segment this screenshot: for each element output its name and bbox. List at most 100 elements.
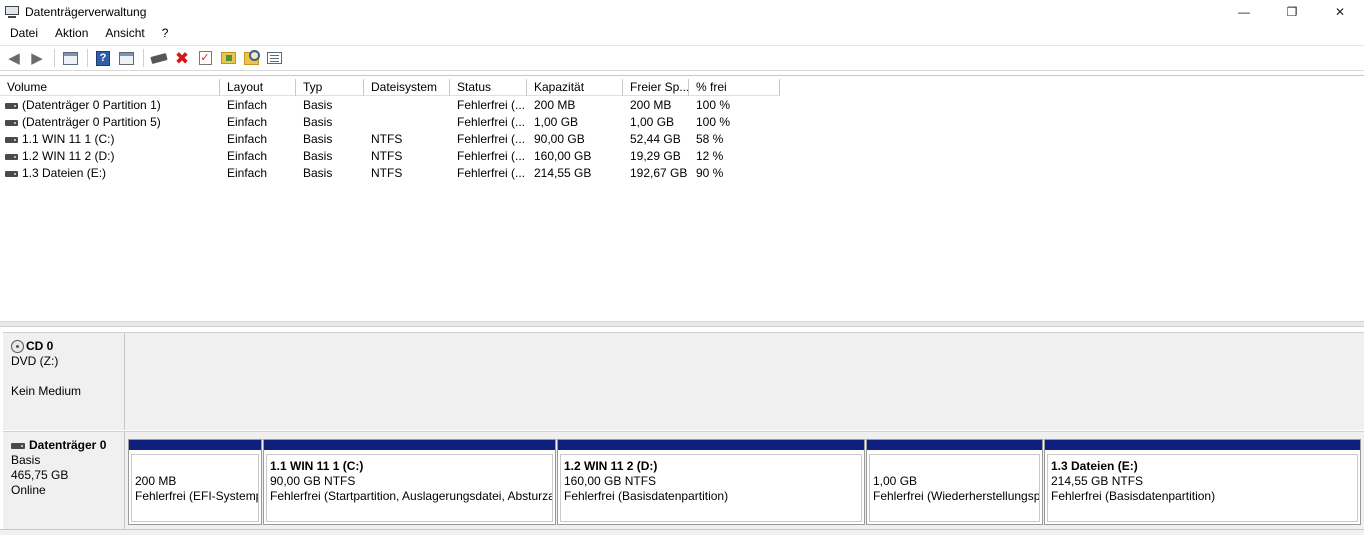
volume-icon: [5, 136, 18, 143]
disk0-type: Basis: [11, 453, 41, 467]
row-typ: Basis: [303, 166, 333, 180]
table-row[interactable]: (Datenträger 0 Partition 1) Einfach Basi…: [0, 97, 780, 114]
partition-efi[interactable]: 200 MB Fehlerfrei (EFI-Systempartition): [128, 439, 262, 525]
row-prozent-frei: 90 %: [696, 166, 724, 180]
help-icon: ?: [96, 50, 110, 66]
partition-header: [264, 440, 555, 452]
cd-label[interactable]: CD 0 DVD (Z:) Kein Medium: [3, 333, 125, 430]
row-layout: Einfach: [227, 149, 268, 163]
status-strip: [0, 529, 1364, 535]
folder-search-button[interactable]: [241, 48, 261, 68]
console-tree-button[interactable]: [60, 48, 80, 68]
column-header-kapazitaet[interactable]: Kapazität: [527, 79, 623, 96]
delete-icon: ✖: [174, 48, 190, 68]
menu-datei[interactable]: Datei: [3, 23, 45, 44]
folder-up-button[interactable]: [218, 48, 238, 68]
minimize-button[interactable]: —: [1220, 0, 1268, 23]
cd-name: CD 0: [26, 339, 54, 353]
disk0-label[interactable]: Datenträger 0 Basis 465,75 GB Online: [3, 432, 125, 529]
column-header-dateisystem[interactable]: Dateisystem: [364, 79, 450, 96]
connect-disk-icon: [150, 52, 168, 64]
column-header-typ[interactable]: Typ: [296, 79, 364, 96]
row-kapazitaet: 160,00 GB: [534, 149, 592, 163]
menu-aktion[interactable]: Aktion: [48, 23, 95, 44]
partition-name: 1.3 Dateien (E:): [1051, 459, 1138, 473]
partition-recovery[interactable]: 1,00 GB Fehlerfrei (Wiederherstellungspa…: [866, 439, 1043, 525]
cd-media-area[interactable]: [126, 333, 1364, 430]
title-bar: Datenträgerverwaltung — ❐ ✕: [0, 0, 1364, 23]
partition-status: Fehlerfrei (EFI-Systempartition): [135, 489, 258, 503]
row-layout: Einfach: [227, 132, 268, 146]
volume-icon: [5, 119, 18, 126]
properties-button[interactable]: [264, 48, 284, 68]
column-header-status[interactable]: Status: [450, 79, 527, 96]
row-layout: Einfach: [227, 115, 268, 129]
row-typ: Basis: [303, 98, 333, 112]
window-controls: — ❐ ✕: [1220, 0, 1364, 23]
cd-status: Kein Medium: [11, 384, 82, 398]
disk0-name: Datenträger 0: [29, 438, 107, 452]
table-row[interactable]: (Datenträger 0 Partition 5) Einfach Basi…: [0, 114, 780, 131]
hard-disk-icon: [11, 442, 25, 449]
menu-ansicht[interactable]: Ansicht: [98, 23, 151, 44]
disk0-row: Datenträger 0 Basis 465,75 GB Online 200…: [3, 431, 1364, 529]
table-row[interactable]: 1.2 WIN 11 2 (D:) Einfach Basis NTFS Feh…: [0, 148, 780, 165]
help-button[interactable]: ?: [93, 48, 113, 68]
close-button[interactable]: ✕: [1316, 0, 1364, 23]
partition-size: 1,00 GB: [873, 474, 918, 488]
partition-e[interactable]: 1.3 Dateien (E:) 214,55 GB NTFS Fehlerfr…: [1044, 439, 1361, 525]
row-freier-speicher: 1,00 GB: [630, 115, 675, 129]
volume-icon: [5, 170, 18, 177]
partition-name: 1.2 WIN 11 2 (D:): [564, 459, 658, 473]
column-header-layout[interactable]: Layout: [220, 79, 296, 96]
row-volume: (Datenträger 0 Partition 1): [22, 98, 161, 112]
list-rows: (Datenträger 0 Partition 1) Einfach Basi…: [0, 97, 780, 182]
row-kapazitaet: 90,00 GB: [534, 132, 585, 146]
row-kapazitaet: 200 MB: [534, 98, 576, 112]
toolbar: ◀ ▶ ? ✖ ✓: [0, 45, 1364, 71]
row-volume: 1.2 WIN 11 2 (D:): [22, 149, 115, 163]
connect-disk-button[interactable]: [149, 48, 169, 68]
column-header-prozent-frei[interactable]: % frei: [689, 79, 780, 96]
row-typ: Basis: [303, 132, 333, 146]
partition-status: Fehlerfrei (Startpartition, Auslagerungs…: [270, 489, 552, 503]
disk0-state: Online: [11, 483, 46, 497]
volume-icon: [5, 102, 18, 109]
partition-size: 90,00 GB NTFS: [270, 474, 356, 488]
table-row[interactable]: 1.1 WIN 11 1 (C:) Einfach Basis NTFS Feh…: [0, 131, 780, 148]
row-freier-speicher: 200 MB: [630, 98, 672, 112]
window-title: Datenträgerverwaltung: [25, 4, 147, 19]
folder-up-icon: [220, 52, 236, 64]
menu-help[interactable]: ?: [155, 23, 176, 44]
row-typ: Basis: [303, 149, 333, 163]
table-row[interactable]: 1.3 Dateien (E:) Einfach Basis NTFS Fehl…: [0, 165, 780, 182]
column-header-freier-speicher[interactable]: Freier Sp...: [623, 79, 689, 96]
cd-row: CD 0 DVD (Z:) Kein Medium: [3, 332, 1364, 430]
partition-header: [867, 440, 1042, 452]
properties-icon: [266, 52, 282, 64]
row-layout: Einfach: [227, 98, 268, 112]
row-typ: Basis: [303, 115, 333, 129]
check-button[interactable]: ✓: [195, 48, 215, 68]
toolbar-separator: [54, 49, 55, 67]
partition-status: Fehlerfrei (Basisdatenpartition): [564, 489, 729, 503]
row-freier-speicher: 19,29 GB: [630, 149, 681, 163]
action-pane-button[interactable]: [116, 48, 136, 68]
folder-search-icon: [243, 49, 260, 65]
column-header-volume[interactable]: Volume: [0, 79, 220, 96]
row-dateisystem: NTFS: [371, 149, 403, 163]
console-tree-icon: [62, 51, 78, 65]
partition-d[interactable]: 1.2 WIN 11 2 (D:) 160,00 GB NTFS Fehlerf…: [557, 439, 865, 525]
partition-size: 214,55 GB NTFS: [1051, 474, 1144, 488]
maximize-button[interactable]: ❐: [1268, 0, 1316, 23]
row-prozent-frei: 12 %: [696, 149, 724, 163]
row-status: Fehlerfrei (...: [457, 98, 526, 112]
row-prozent-frei: 100 %: [696, 115, 731, 129]
row-volume: 1.1 WIN 11 1 (C:): [22, 132, 115, 146]
back-button[interactable]: ◀: [4, 48, 24, 68]
forward-button[interactable]: ▶: [27, 48, 47, 68]
partition-c[interactable]: 1.1 WIN 11 1 (C:) 90,00 GB NTFS Fehlerfr…: [263, 439, 556, 525]
delete-button[interactable]: ✖: [172, 48, 192, 68]
row-prozent-frei: 100 %: [696, 98, 731, 112]
row-dateisystem: NTFS: [371, 132, 403, 146]
